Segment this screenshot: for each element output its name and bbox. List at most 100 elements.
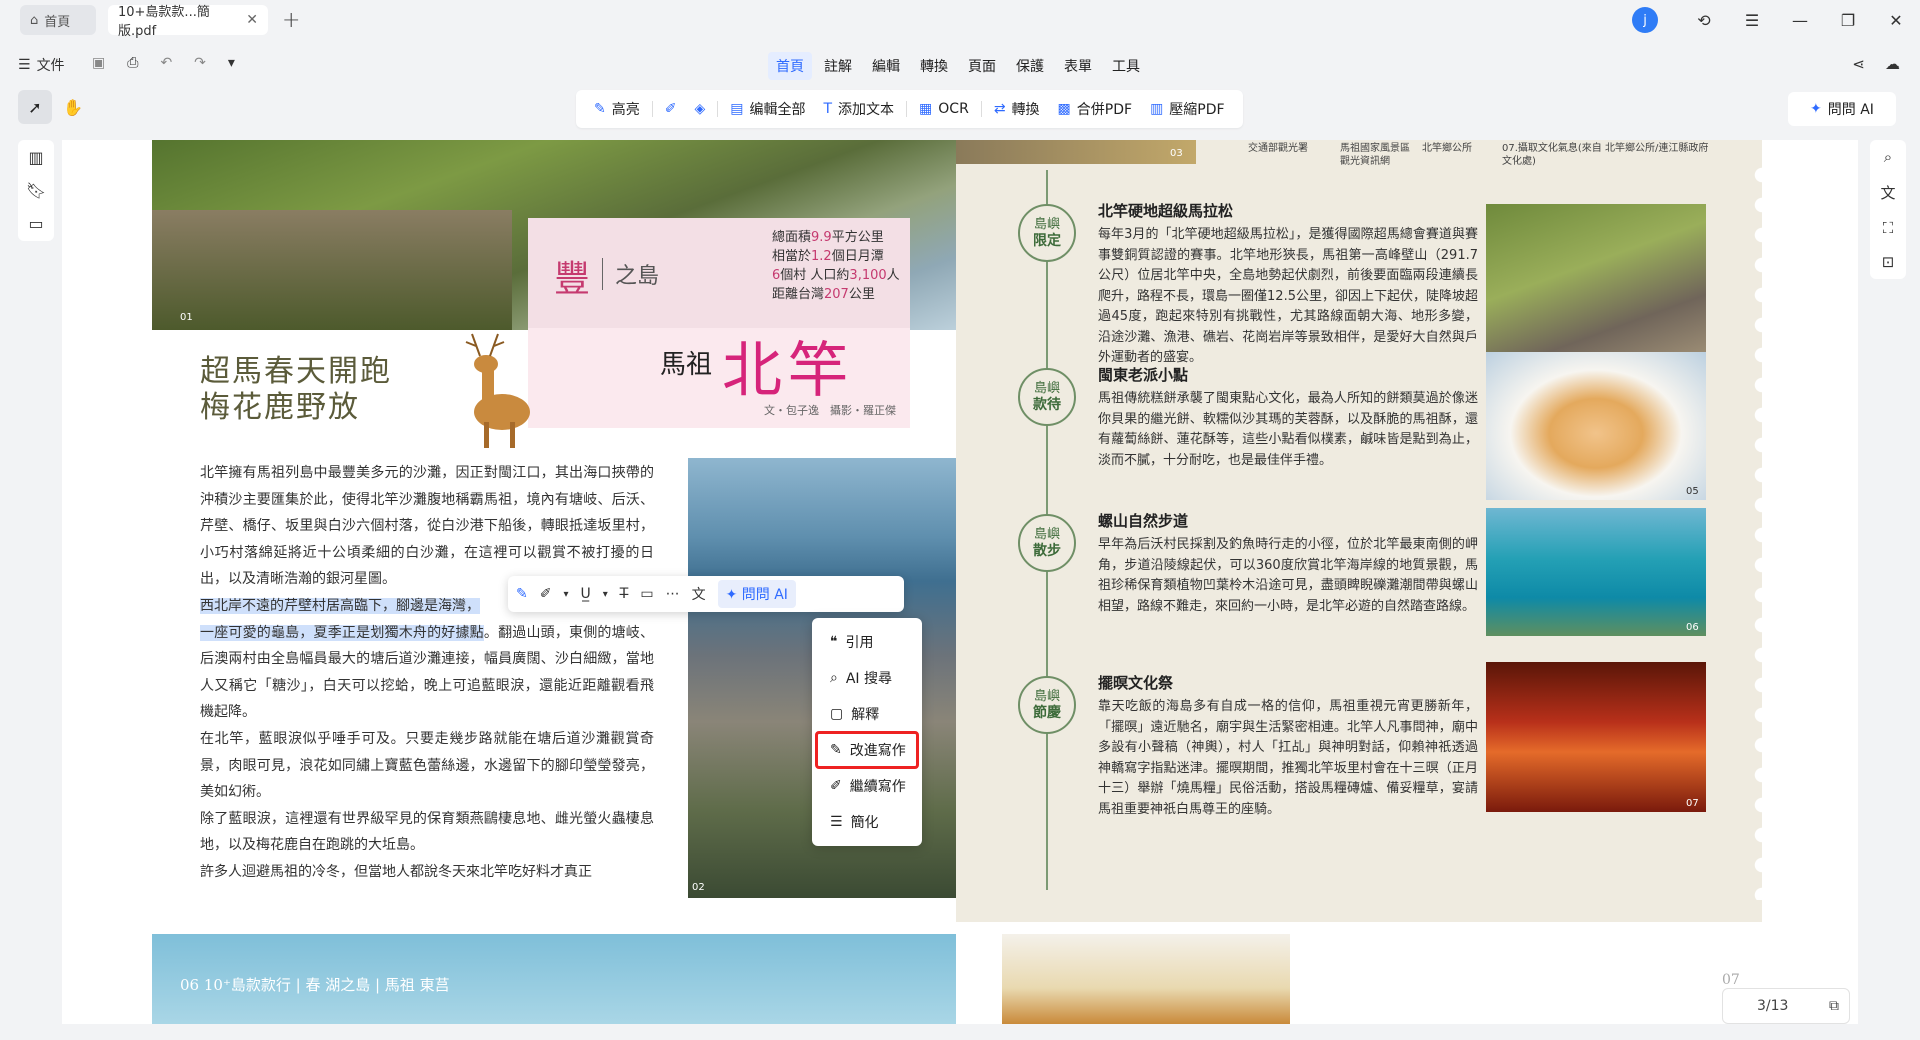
close-icon[interactable]: ✕ <box>246 12 258 28</box>
ask-ai-button[interactable]: ✦ 問問 AI <box>1788 92 1896 126</box>
menu-bar: ☰ 文件 ▣ ⎙ ↶ ↷ ▾ 首頁 註解 編輯 轉換 頁面 保護 表單 工具 ⋖… <box>0 46 1920 86</box>
page-indicator[interactable]: 3/13 ⧉ <box>1722 988 1850 1024</box>
new-tab-button[interactable]: + <box>282 8 300 33</box>
photo-number: 05 <box>1686 486 1699 497</box>
hamburger-menu-icon[interactable]: ☰ <box>1728 11 1776 30</box>
menu-item-improve-writing[interactable]: ✎ 改進寫作 <box>815 731 919 769</box>
photo-number: 01 <box>180 312 193 323</box>
chevron-down-icon[interactable]: ▾ <box>563 589 568 600</box>
photo-number: 06 <box>1686 622 1699 633</box>
hand-tool-icon[interactable]: ✋ <box>56 90 90 124</box>
paragraph-selected: 西北岸不遠的芹壁村居高臨下，腳邊是海灣， 一座可愛的龜島，夏季正是划獨木舟的好據點… <box>200 593 654 726</box>
avatar[interactable]: j <box>1632 7 1658 33</box>
search-icon[interactable]: ⌕ <box>1884 148 1892 166</box>
page-number: 07 <box>1722 972 1740 988</box>
next-page-left: 06 10⁺島款款行 | 春 湖之島 | 馬祖 東莒 <box>152 934 956 1024</box>
highlighter-icon[interactable]: ✐ <box>540 586 552 602</box>
menu-tools[interactable]: 工具 <box>1104 52 1148 80</box>
save-icon[interactable]: ▣ <box>92 55 105 71</box>
section-badge: 島嶼 限定 <box>1018 204 1076 262</box>
print-icon[interactable]: ⎙ <box>127 55 138 71</box>
menu-protect[interactable]: 保護 <box>1008 52 1052 80</box>
edit-all-button[interactable]: ▤ 编輯全部 <box>724 99 811 119</box>
paragraph: 除了藍眼淚，這裡還有世界級罕見的保育類燕鷗棲息地、雌光螢火蟲棲息地，以及梅花鹿自… <box>200 810 654 854</box>
underline-icon[interactable]: U̲ <box>581 586 591 602</box>
left-sidebar: ▥ 🔖︎ ▭ <box>18 140 54 241</box>
menu-home[interactable]: 首頁 <box>768 52 812 80</box>
highlight-button[interactable]: ✎ 高亮 <box>588 99 646 119</box>
strikethrough-icon[interactable]: T̶ <box>620 586 629 602</box>
tab-document[interactable]: 10+島款款...簡版.pdf ✕ <box>108 5 268 39</box>
share-icon[interactable]: ⋖ <box>1852 55 1865 73</box>
sync-icon[interactable]: ⟲ <box>1680 11 1728 30</box>
stat-distance: 距離台灣207公里 <box>772 287 875 302</box>
cloud-upload-icon[interactable]: ☁ <box>1885 55 1900 73</box>
comment-icon[interactable]: ▭ <box>640 586 653 602</box>
menu-item-explain[interactable]: ▢ 解釋 <box>816 696 918 732</box>
select-cursor-icon[interactable]: ➚ <box>18 90 52 124</box>
section-snacks: 閩東老派小點 馬祖傳統糕餅承襲了閩東點心文化，最為人所知的餅類莫過於像迷你貝果的… <box>1098 364 1478 471</box>
menu-item-ai-search[interactable]: ⌕ AI 搜尋 <box>816 660 918 696</box>
bookmark-icon[interactable]: 🔖︎ <box>26 181 46 200</box>
section-title: 閩東老派小點 <box>1098 366 1189 384</box>
edit-all-label: 编輯全部 <box>749 102 806 118</box>
divider <box>980 101 982 117</box>
ocr-label: OCR <box>938 101 969 117</box>
pen-button[interactable]: ✐ <box>659 101 683 117</box>
restore-icon[interactable]: ❐ <box>1824 11 1872 30</box>
tab-home[interactable]: ⌂ 首頁 <box>20 5 96 35</box>
credit-note: 交通部觀光署 <box>1248 143 1308 154</box>
menu-annotate[interactable]: 註解 <box>816 52 860 80</box>
toolbar: ➚ ✋ ✎ 高亮 ✐ ◈ ▤ 编輯全部 T 添加文本 ▦ OCR ⇄ 轉換 ▩ 合併PDF … <box>0 90 1920 130</box>
eraser-button[interactable]: ◈ <box>688 101 711 117</box>
undo-icon[interactable]: ↶ <box>160 55 172 71</box>
add-text-button[interactable]: T 添加文本 <box>817 99 900 119</box>
file-menu-button[interactable]: ☰ 文件 <box>18 55 65 75</box>
translate-icon[interactable]: 文 <box>1880 182 1895 203</box>
section-title: 北竿硬地超級馬拉松 <box>1098 202 1234 220</box>
window-close-icon[interactable]: ✕ <box>1872 11 1920 30</box>
minimize-icon[interactable]: — <box>1776 11 1824 30</box>
menu-item-continue-writing[interactable]: ✐ 繼續寫作 <box>816 768 918 804</box>
headline-line-2: 梅花鹿野放 <box>200 390 360 425</box>
comment-icon[interactable]: ▭ <box>28 214 43 233</box>
section-trail: 螺山自然步道 早年為后沃村民採割及釣魚時行走的小徑，位於北竿最東南側的岬角，步道… <box>1098 510 1478 617</box>
more-icon[interactable]: ⋯ <box>666 586 680 602</box>
convert-button[interactable]: ⇄ 轉換 <box>988 99 1046 119</box>
fit-page-icon[interactable]: ⧉ <box>1829 998 1839 1014</box>
menu-edit[interactable]: 編輯 <box>864 52 908 80</box>
compress-pdf-button[interactable]: ▥ 壓縮PDF <box>1144 99 1231 119</box>
menu-item-quote[interactable]: ❝ 引用 <box>816 624 918 660</box>
menu-convert[interactable]: 轉換 <box>912 52 956 80</box>
chevron-down-icon[interactable]: ▾ <box>603 589 608 600</box>
ai-dropdown-menu: ❝ 引用 ⌕ AI 搜尋 ▢ 解釋 ✎ 改進寫作 ✐ 繼續寫作 ☰ 簡化 <box>812 618 922 846</box>
chevron-down-icon[interactable]: ▾ <box>228 55 235 71</box>
body-text[interactable]: 北竿擁有馬祖列島中最豐美多元的沙灘，因正對閩江口，其出海口挾帶的沖積沙主要匯集於… <box>200 460 654 886</box>
translate-icon[interactable]: 文 <box>692 584 706 604</box>
ocr-button[interactable]: ▦ OCR <box>913 101 975 117</box>
merge-pdf-button[interactable]: ▩ 合併PDF <box>1052 99 1139 119</box>
edit-text-icon[interactable]: ✎ <box>516 586 528 602</box>
menu-form[interactable]: 表單 <box>1056 52 1100 80</box>
ai-scan-icon[interactable]: ⊡ <box>1882 253 1895 271</box>
window-controls: j ⟲ ☰ — ❐ ✕ <box>1632 0 1920 40</box>
next-page-header: 06 10⁺島款款行 | 春 湖之島 | 馬祖 東莒 <box>180 976 450 994</box>
section-text: 靠天吃飯的海島多有自成一格的信仰，馬祖重視元宵更勝新年，「擺暝」遠近馳名，廟宇與… <box>1098 699 1478 817</box>
tab-document-label: 10+島款款...簡版.pdf <box>118 5 210 39</box>
menu-item-simplify[interactable]: ☰ 簡化 <box>816 804 918 840</box>
redo-icon[interactable]: ↷ <box>194 55 206 71</box>
compress-icon: ▥ <box>1150 101 1164 117</box>
photo-number: 02 <box>692 882 705 893</box>
section-badge: 島嶼 款待 <box>1018 368 1076 426</box>
eraser-icon: ◈ <box>694 101 706 117</box>
menu-page[interactable]: 頁面 <box>960 52 1004 80</box>
scan-icon[interactable]: ⛶ <box>1883 219 1894 237</box>
document-viewport[interactable]: 01 豐 之島 總面積9.9平方公里 相當於1.2個日月潭 6個村 人口約3,1… <box>62 140 1858 1024</box>
trail-photo: 06 <box>1486 508 1706 636</box>
ask-ai-selection-button[interactable]: ✦ 問問 AI <box>717 580 796 608</box>
quote-icon: ❝ <box>830 634 838 650</box>
thumbnails-icon[interactable]: ▥ <box>28 148 43 167</box>
right-sidebar: ⌕ 文 ⛶ ⊡ <box>1870 140 1906 279</box>
section-badge: 島嶼 節慶 <box>1018 676 1076 734</box>
credit-note: 北竿鄉公所 <box>1422 143 1472 154</box>
